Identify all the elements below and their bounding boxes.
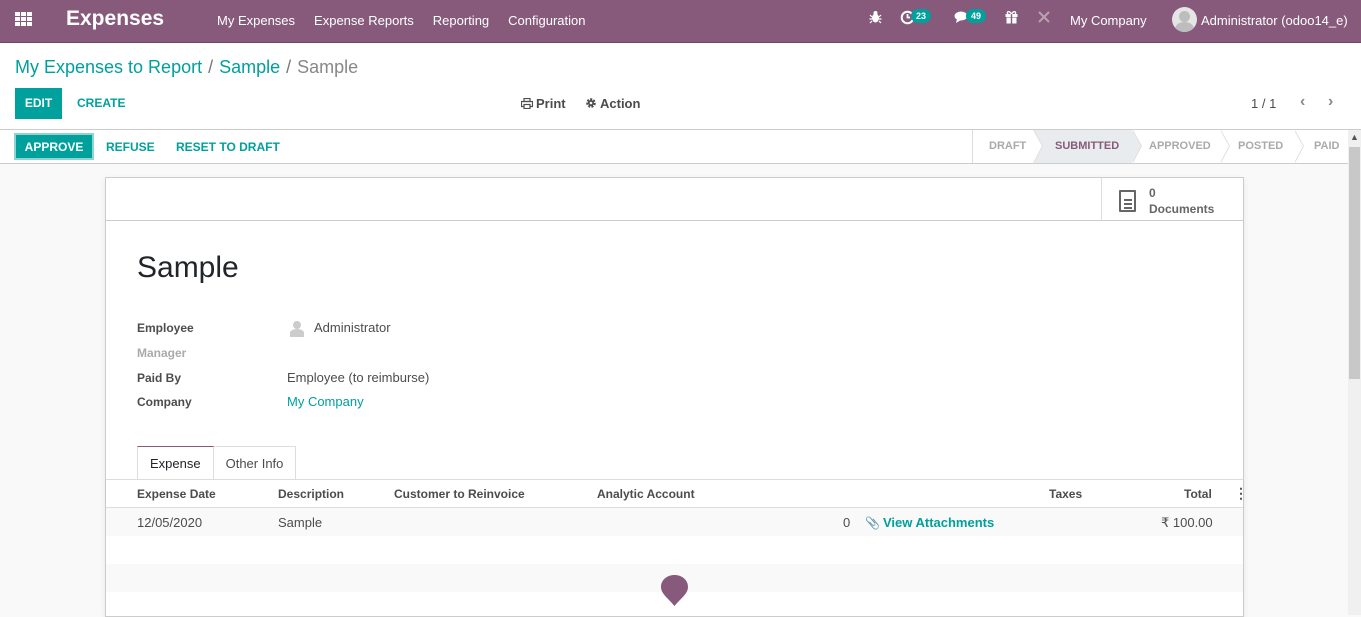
pager-value[interactable]: 1 / 1 xyxy=(1251,96,1276,111)
form-statusbar: APPROVE REFUSE RESET TO DRAFT DRAFT SUBM… xyxy=(0,130,1348,164)
record-title: Sample xyxy=(137,251,239,284)
tab-expense[interactable]: Expense xyxy=(137,446,214,479)
expense-list-header: Expense Date Description Customer to Rei… xyxy=(106,480,1248,508)
paid-by-value: Employee (to reimburse) xyxy=(287,370,430,385)
stage-submitted[interactable]: SUBMITTED xyxy=(1033,130,1142,163)
action-label: Action xyxy=(600,96,641,111)
view-attachments-label: View Attachments xyxy=(882,515,995,530)
cell-attachment-count: 0 xyxy=(843,515,851,530)
stage-label: DRAFT xyxy=(989,140,1027,152)
document-icon xyxy=(1119,190,1136,212)
print-label: Print xyxy=(536,96,566,111)
stage-arrow xyxy=(1132,130,1141,163)
cell-total: ₹ 100.00 xyxy=(1161,515,1213,530)
stage-label: POSTED xyxy=(1238,140,1284,152)
reset-to-draft-button[interactable]: RESET TO DRAFT xyxy=(176,140,280,154)
documents-count: 0 xyxy=(1149,186,1156,200)
column-taxes[interactable]: Taxes xyxy=(1049,487,1082,501)
scroll-thumb[interactable] xyxy=(1349,147,1360,379)
view-attachments-link[interactable]: 📎 View Attachments xyxy=(865,515,994,530)
stage-arrow xyxy=(1220,130,1229,163)
company-label: Company xyxy=(137,395,192,409)
documents-label: Documents xyxy=(1149,202,1215,216)
optional-columns-icon[interactable]: ⋮ xyxy=(1234,486,1248,500)
pager-next-icon[interactable]: › xyxy=(1328,93,1333,111)
activity-count-badge: 23 xyxy=(911,9,932,23)
column-expense-date[interactable]: Expense Date xyxy=(137,487,216,501)
gear-icon xyxy=(585,97,597,112)
debug-bug-icon[interactable] xyxy=(869,10,882,27)
form-sheet: 0 Documents Sample Employee Administrato… xyxy=(105,177,1248,617)
menu-my-expenses[interactable]: My Expenses xyxy=(217,13,295,28)
print-button[interactable]: Print xyxy=(520,96,566,112)
main-menu: My Expenses Expense Reports Reporting Co… xyxy=(217,13,604,28)
control-panel: My Expenses to Report / Sample / Sample … xyxy=(0,43,1361,130)
paid-by-label: Paid By xyxy=(137,371,182,385)
stage-arrow xyxy=(1033,130,1042,163)
paperclip-icon: 📎 xyxy=(865,516,880,530)
menu-configuration[interactable]: Configuration xyxy=(508,13,585,28)
employee-value[interactable]: Administrator xyxy=(314,320,391,335)
tab-other-info[interactable]: Other Info xyxy=(213,446,297,479)
pager-previous-icon[interactable]: ‹ xyxy=(1300,93,1305,111)
scroll-up-icon[interactable]: ▲ xyxy=(1348,130,1361,145)
refuse-button[interactable]: REFUSE xyxy=(106,140,155,154)
stage-arrow xyxy=(1294,130,1303,163)
manager-label: Manager xyxy=(137,346,187,360)
user-menu[interactable]: Administrator (odoo14_e) xyxy=(1201,13,1348,28)
messages-count-badge: 49 xyxy=(966,9,987,23)
column-description[interactable]: Description xyxy=(278,487,344,501)
printer-icon xyxy=(520,97,534,112)
column-analytic-account[interactable]: Analytic Account xyxy=(597,487,695,501)
breadcrumb-item[interactable]: My Expenses to Report xyxy=(15,57,202,78)
status-stages: DRAFT SUBMITTED APPROVED POSTED PAID xyxy=(972,130,1349,163)
apps-menu-icon[interactable] xyxy=(15,12,33,26)
breadcrumb-current: Sample xyxy=(297,57,359,77)
top-navbar: Expenses My Expenses Expense Reports Rep… xyxy=(0,0,1361,43)
user-avatar[interactable] xyxy=(1172,7,1197,32)
column-total[interactable]: Total xyxy=(1184,487,1212,501)
app-name: Expenses xyxy=(66,7,165,30)
menu-expense-reports[interactable]: Expense Reports xyxy=(314,13,414,28)
column-customer-to-reinvoice[interactable]: Customer to Reinvoice xyxy=(394,487,525,501)
edit-button[interactable]: EDIT xyxy=(15,88,62,119)
table-row[interactable]: 12/05/2020 Sample 0 📎 View Attachments ₹ … xyxy=(106,508,1243,536)
approve-button[interactable]: APPROVE xyxy=(14,133,94,160)
notebook-tabs: Expense Other Info xyxy=(137,446,297,479)
breadcrumb-separator: / xyxy=(208,57,214,77)
company-switcher[interactable]: My Company xyxy=(1070,13,1147,28)
stage-approved[interactable]: APPROVED xyxy=(1132,130,1230,163)
create-button[interactable]: CREATE xyxy=(77,96,125,110)
breadcrumb-item[interactable]: Sample xyxy=(219,57,280,78)
stage-label: APPROVED xyxy=(1149,140,1211,152)
employee-avatar-icon xyxy=(289,320,305,337)
gift-icon[interactable] xyxy=(1005,10,1018,27)
smart-button-box: 0 Documents xyxy=(106,178,1243,221)
stage-posted[interactable]: POSTED xyxy=(1220,130,1304,163)
menu-reporting[interactable]: Reporting xyxy=(433,13,489,28)
cell-expense-date: 12/05/2020 xyxy=(137,515,203,530)
documents-smart-button[interactable]: 0 Documents xyxy=(1101,178,1243,221)
breadcrumb-separator: / xyxy=(286,57,292,77)
empty-row xyxy=(106,536,1243,564)
breadcrumb: My Expenses to Report / Sample / Sample xyxy=(15,57,358,78)
cell-description: Sample xyxy=(278,515,323,530)
action-button[interactable]: Action xyxy=(585,96,640,112)
vertical-scrollbar[interactable]: ▲ xyxy=(1348,130,1361,615)
company-value[interactable]: My Company xyxy=(287,394,364,409)
stage-label: PAID xyxy=(1314,140,1340,152)
stage-draft[interactable]: DRAFT xyxy=(973,130,1043,163)
tools-icon[interactable] xyxy=(1037,10,1051,27)
loading-indicator-icon xyxy=(660,574,689,607)
employee-label: Employee xyxy=(137,321,194,335)
stage-label: SUBMITTED xyxy=(1055,140,1120,152)
